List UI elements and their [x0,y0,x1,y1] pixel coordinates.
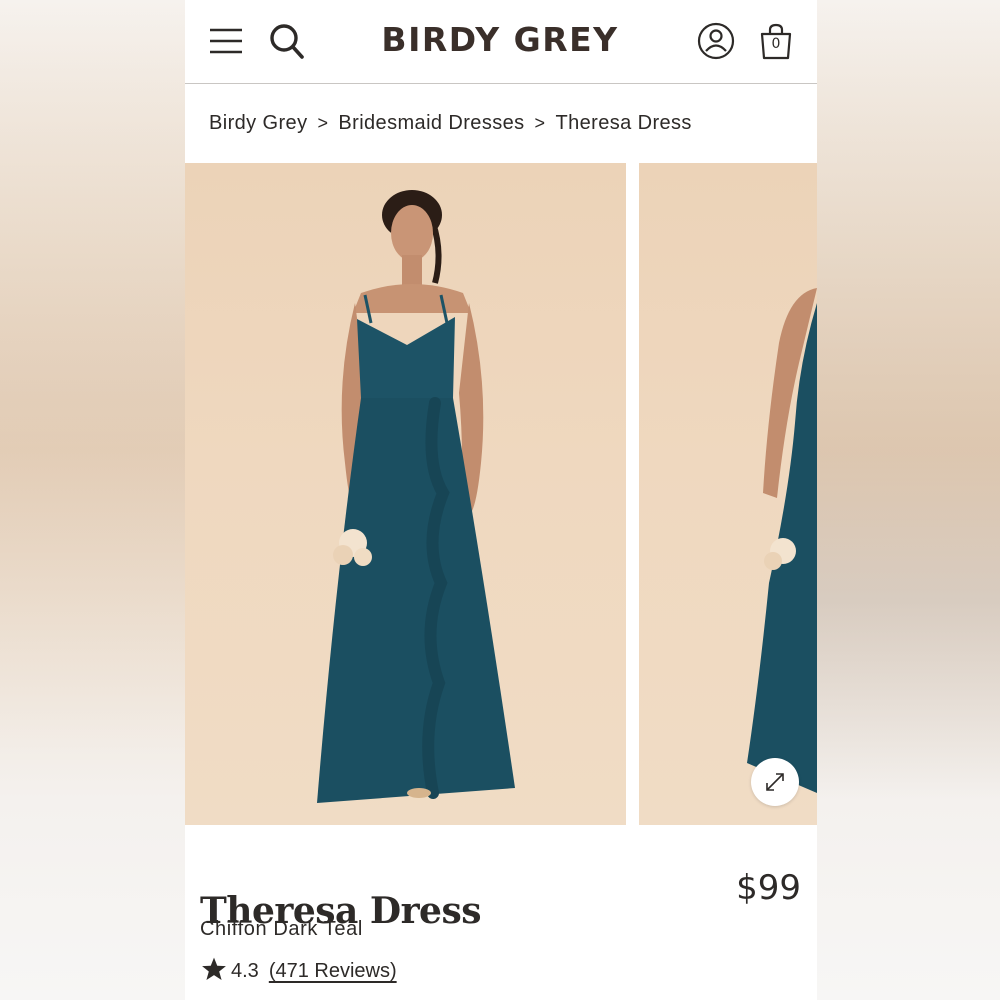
rating-value: 4.3 [231,960,259,982]
cart-count: 0 [771,36,781,52]
product-gallery[interactable] [185,163,817,825]
brand-logo[interactable]: BIRDY GREY [365,20,635,59]
account-icon[interactable] [697,22,735,60]
menu-icon[interactable] [209,26,243,56]
model-illustration-front [317,190,515,803]
breadcrumb: Birdy Grey > Bridesmaid Dresses > Theresa Dr… [209,112,692,138]
product-variant: Chiffon Dark Teal [200,918,363,940]
model-illustration-side [747,288,817,793]
reviews-link[interactable]: (471 Reviews) [269,960,397,982]
breadcrumb-category[interactable]: Bridesmaid Dresses [338,112,524,134]
expand-image-button[interactable] [751,758,799,806]
rating-summary: 4.3 (471 Reviews) [201,956,397,986]
site-header: BIRDY GREY 0 [185,0,817,84]
shopping-bag-button[interactable]: 0 [759,22,793,60]
star-icon [202,957,226,981]
search-icon[interactable] [269,22,305,60]
phone-screen: BIRDY GREY 0 Birdy Grey > Bridesmaid Dress… [185,0,817,1000]
breadcrumb-home[interactable]: Birdy Grey [209,112,307,134]
breadcrumb-current: Theresa Dress [555,112,692,134]
breadcrumb-separator: > [534,113,546,133]
expand-arrows-icon [766,773,784,791]
product-image-side[interactable] [639,163,817,825]
breadcrumb-separator: > [317,113,329,133]
product-image-front[interactable] [185,163,626,825]
product-price: $99 [736,868,801,908]
